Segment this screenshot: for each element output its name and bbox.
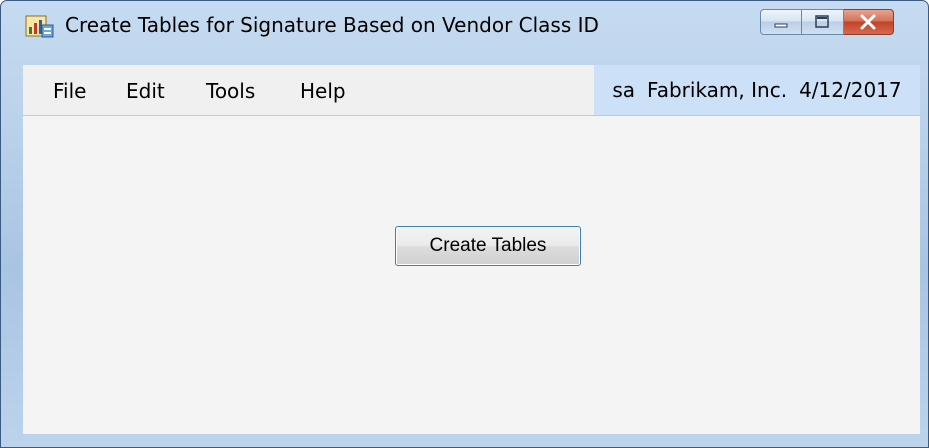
status-box: sa Fabrikam, Inc. 4/12/2017 — [594, 65, 920, 115]
menu-file[interactable]: File — [53, 78, 86, 104]
maximize-icon — [815, 15, 829, 28]
maximize-button[interactable] — [802, 9, 844, 35]
user-date: 4/12/2017 — [799, 78, 902, 102]
window-title: Create Tables for Signature Based on Ven… — [65, 13, 599, 37]
close-icon — [860, 14, 876, 30]
minimize-button[interactable] — [760, 9, 802, 35]
create-tables-button[interactable]: Create Tables — [395, 226, 581, 266]
app-icon[interactable] — [25, 13, 55, 39]
menu-help[interactable]: Help — [300, 78, 346, 104]
menu-edit[interactable]: Edit — [126, 78, 165, 104]
title-bar[interactable]: Create Tables for Signature Based on Ven… — [1, 1, 928, 47]
window-controls — [760, 9, 894, 35]
company-name: Fabrikam, Inc. — [647, 78, 788, 102]
menu-bar: File Edit Tools Help sa Fabrikam, Inc. 4… — [23, 65, 920, 116]
user-id: sa — [612, 78, 636, 102]
minimize-icon — [774, 23, 788, 28]
app-window: Create Tables for Signature Based on Ven… — [0, 0, 929, 448]
window-content: Create Tables — [23, 116, 920, 434]
menu-tools[interactable]: Tools — [206, 78, 255, 104]
close-button[interactable] — [844, 9, 894, 35]
